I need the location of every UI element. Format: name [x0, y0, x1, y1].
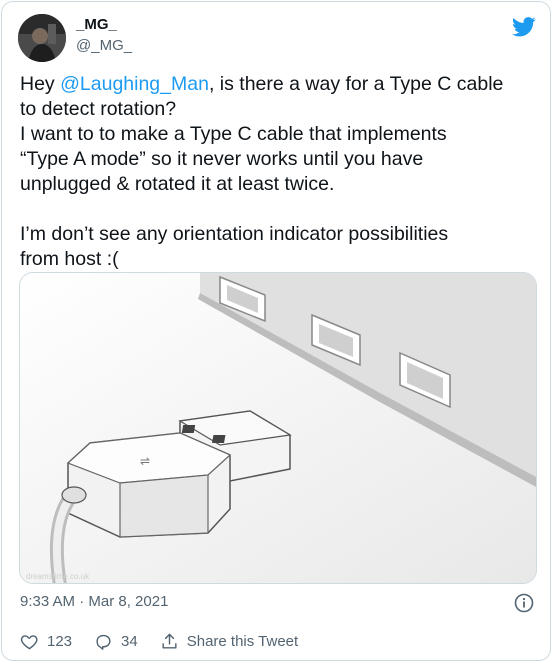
heart-icon: [20, 634, 38, 649]
tweet-media-image[interactable]: ⇌ dreamstime.co.uk: [19, 272, 537, 584]
tweet-card: _MG_ @_MG_ Hey @Laughing_Man, is there a…: [1, 1, 551, 661]
tweet-text-prefix: Hey: [20, 73, 61, 95]
share-label: Share this Tweet: [186, 632, 299, 650]
like-button[interactable]: 123: [20, 632, 72, 651]
reply-icon: [96, 634, 111, 650]
avatar-image: [18, 14, 66, 62]
reply-button[interactable]: 34: [94, 632, 138, 651]
info-icon[interactable]: [514, 593, 534, 613]
twitter-bird-icon[interactable]: [512, 16, 536, 38]
tweet-actions: 123 34 Share this Tweet: [20, 630, 320, 652]
share-button[interactable]: Share this Tweet: [160, 632, 298, 651]
share-icon: [162, 633, 177, 649]
mention-link[interactable]: @Laughing_Man: [60, 73, 209, 95]
author-handle[interactable]: @_MG_: [76, 37, 132, 54]
svg-text:⇌: ⇌: [140, 454, 150, 468]
usb-cable-illustration: ⇌: [20, 273, 536, 583]
tweet-timestamp[interactable]: 9:33 AM · Mar 8, 2021: [20, 593, 168, 610]
media-watermark: dreamstime.co.uk: [26, 572, 90, 581]
tweet-text-body: , is there a way for a Type C cable to d…: [20, 73, 504, 270]
like-count: 123: [47, 632, 73, 650]
reply-count: 34: [121, 632, 138, 650]
avatar[interactable]: [18, 14, 66, 62]
author-display-name[interactable]: _MG_: [76, 16, 117, 33]
tweet-text: Hey @Laughing_Man, is there a way for a …: [20, 72, 540, 272]
